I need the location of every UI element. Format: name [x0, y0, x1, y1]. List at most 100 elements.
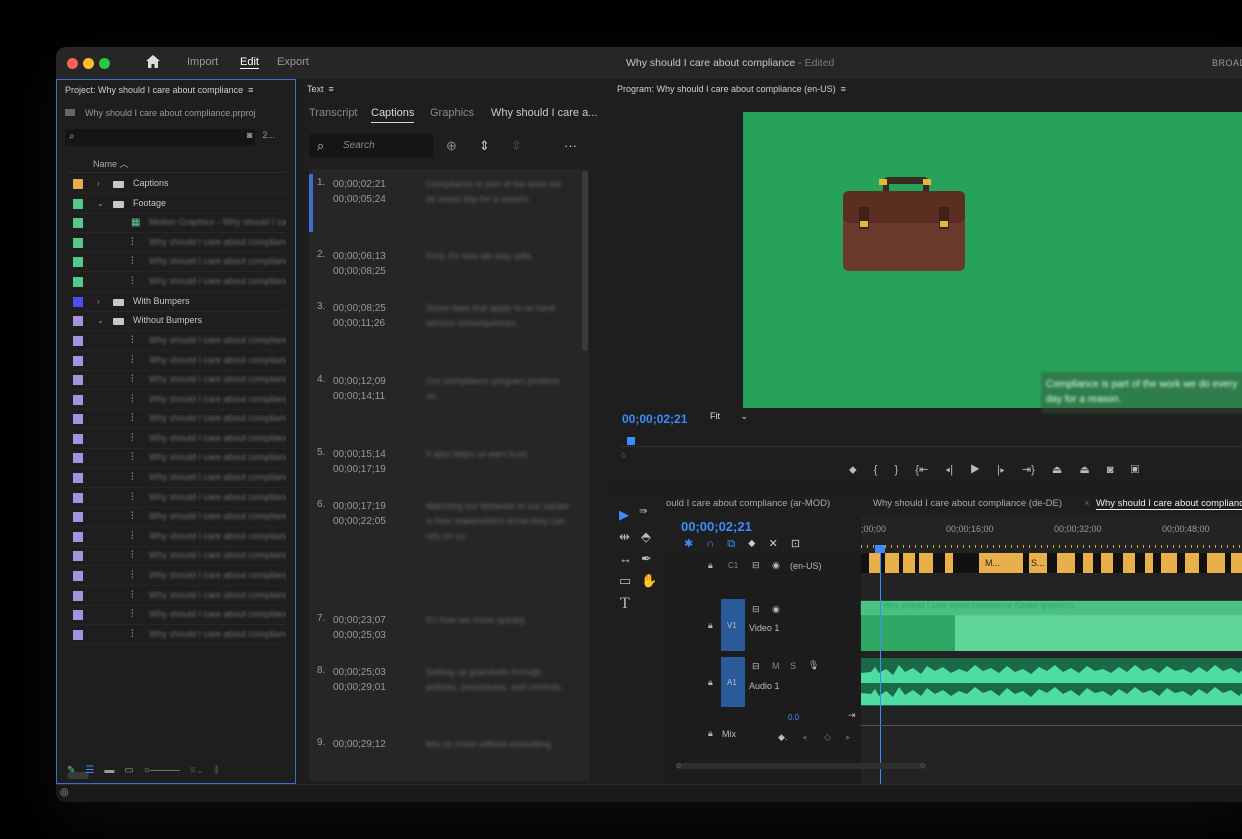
close-window-button[interactable]: [67, 58, 78, 69]
tab-transcript[interactable]: Transcript: [309, 107, 358, 119]
pen-tool-icon[interactable]: ✒: [641, 551, 652, 567]
label-color-swatch[interactable]: [73, 453, 83, 463]
chevron-right-icon[interactable]: ›: [97, 174, 100, 193]
extract-icon[interactable]: ⏏: [1079, 464, 1089, 476]
zoom-window-button[interactable]: [99, 58, 110, 69]
list-item[interactable]: ⫶ Why should I care about compliance: [67, 429, 286, 449]
label-color-swatch[interactable]: [73, 512, 83, 522]
tab-sequence-de[interactable]: Why should I care about compliance (de-D…: [873, 498, 1062, 509]
workspace-label[interactable]: BROADCAST: [1212, 58, 1242, 68]
eye-icon[interactable]: ◉: [772, 560, 780, 571]
keyframe-icon[interactable]: ◆.: [778, 732, 787, 743]
folder-row-captions[interactable]: › Captions: [67, 174, 286, 194]
label-color-swatch[interactable]: [73, 532, 83, 542]
snap-icon[interactable]: ∩: [706, 538, 714, 550]
list-item[interactable]: ⫶ Why should I care about compliance: [67, 409, 286, 429]
linked-selection-icon[interactable]: ⧉: [727, 538, 735, 550]
label-color-swatch[interactable]: [73, 493, 83, 503]
label-color-swatch[interactable]: [73, 238, 83, 248]
caption-in[interactable]: 00;00;08;25: [333, 303, 386, 314]
camera-icon[interactable]: ◙: [1107, 464, 1114, 476]
list-item[interactable]: ⫶ Why should I care about compliance: [67, 488, 286, 508]
list-item[interactable]: ⫶ Why should I care about compliance: [67, 272, 286, 292]
list-item[interactable]: ⫶ Why should I care about compliance: [67, 351, 286, 371]
list-item[interactable]: ▦ Motion Graphics - Why should I care: [67, 213, 286, 233]
caption-in[interactable]: 00;00;15;14: [333, 449, 386, 460]
panel-menu-icon[interactable]: ≡: [246, 85, 253, 95]
label-color-swatch[interactable]: [73, 473, 83, 483]
caption-clip[interactable]: [1123, 553, 1137, 573]
nest-icon[interactable]: ✱: [684, 538, 693, 550]
list-item[interactable]: ⫶ Why should I care about compliance: [67, 331, 286, 351]
lift-icon[interactable]: ⏏: [1052, 464, 1062, 476]
video-clip-segment[interactable]: [861, 615, 955, 651]
program-time-ruler[interactable]: [621, 437, 1242, 447]
caption-out[interactable]: 00;00;29;01: [333, 682, 386, 693]
minimize-window-button[interactable]: [83, 58, 94, 69]
zoom-select[interactable]: Fit ⌄: [709, 410, 759, 424]
caption-text[interactable]: It's how we move quickly.: [426, 613, 571, 628]
caption-in[interactable]: 00;00;06;13: [333, 251, 386, 262]
caption-out[interactable]: 00;00;14;11: [333, 391, 385, 402]
label-color-swatch[interactable]: [73, 199, 83, 209]
add-keyframe-icon[interactable]: ◇: [824, 732, 831, 743]
caption-in[interactable]: 00;00;25;03: [333, 667, 386, 678]
caption-out[interactable]: 00;00;11;26: [333, 318, 385, 329]
caption-out[interactable]: 00;00;17;19: [333, 464, 386, 475]
caption-in[interactable]: 00;00;02;21: [333, 179, 386, 190]
lock-icon[interactable]: 🔒︎: [708, 677, 713, 688]
wrench-icon[interactable]: ✕: [769, 538, 778, 550]
caption-clip[interactable]: [1145, 553, 1155, 573]
caption-track[interactable]: M... S...: [861, 553, 1242, 573]
playhead-handle[interactable]: [875, 545, 885, 553]
caption-out[interactable]: 00;00;08;25: [333, 266, 386, 277]
caption-text[interactable]: Our compliance program protects us.: [426, 374, 571, 404]
caption-text[interactable]: Some laws that apply to us have serious …: [426, 301, 571, 331]
prev-keyframe-icon[interactable]: ◂: [802, 732, 807, 743]
list-item[interactable]: ⫶ Why should I care about compliance: [67, 507, 286, 527]
label-color-swatch[interactable]: [73, 356, 83, 366]
tab-sequence-ar[interactable]: ould I care about compliance (ar-MOD): [666, 498, 830, 509]
add-caption-icon[interactable]: ⊕: [446, 138, 457, 154]
caption-out[interactable]: 00;00;22;05: [333, 516, 386, 527]
chevron-down-icon[interactable]: ⌄: [97, 194, 104, 213]
icon-view-icon[interactable]: ▬: [104, 765, 114, 776]
list-item[interactable]: ⫶ Why should I care about compliance: [67, 233, 286, 253]
label-color-swatch[interactable]: [73, 551, 83, 561]
creative-cloud-icon[interactable]: ◎: [60, 787, 69, 798]
label-color-swatch[interactable]: [73, 610, 83, 620]
microphone-icon[interactable]: 🎙︎: [808, 660, 819, 671]
chevron-right-icon[interactable]: ›: [97, 292, 100, 311]
caption-clip[interactable]: [1231, 553, 1242, 573]
timeline-ruler[interactable]: [861, 545, 1242, 548]
scroll-handle-right[interactable]: ○: [920, 760, 925, 770]
toggle-sync-icon[interactable]: ⊟: [752, 604, 760, 615]
label-color-swatch[interactable]: [73, 395, 83, 405]
caption-out[interactable]: 00;00;05;24: [333, 194, 386, 205]
video-frame[interactable]: Compliance is part of the work we do eve…: [743, 112, 1242, 414]
freeform-view-icon[interactable]: ▭: [124, 765, 133, 776]
edit-tab[interactable]: Edit: [240, 56, 259, 69]
caption-clip[interactable]: [885, 553, 901, 573]
list-item[interactable]: ⫶ Why should I care about compliance: [67, 566, 286, 586]
panel-menu-icon[interactable]: ≡: [838, 84, 846, 94]
label-color-swatch[interactable]: [73, 571, 83, 581]
slip-tool-icon[interactable]: ↔: [619, 551, 632, 566]
caption-in[interactable]: 00;00;12;09: [333, 376, 386, 387]
panel-menu-icon[interactable]: ≡: [326, 84, 334, 94]
scroll-handle-left[interactable]: ○: [676, 760, 681, 770]
razor-tool-icon[interactable]: ⬘: [641, 529, 651, 545]
chevron-down-icon[interactable]: ⌄: [97, 311, 104, 330]
label-color-swatch[interactable]: [73, 630, 83, 640]
add-marker-icon[interactable]: ⬥: [748, 538, 755, 550]
caption-out[interactable]: 00;00;25;03: [333, 630, 386, 641]
automate-icon[interactable]: ⫼: [214, 765, 219, 776]
next-keyframe-icon[interactable]: ▸: [846, 732, 851, 743]
go-to-in-icon[interactable]: {⇤: [915, 464, 928, 476]
zoom-slider[interactable]: ○———: [144, 765, 180, 776]
captions-icon[interactable]: ⊡: [791, 538, 800, 550]
timeline-scrollbar[interactable]: ○ ○: [676, 760, 926, 770]
caption-clip[interactable]: [1185, 553, 1201, 573]
caption-clip[interactable]: [903, 553, 917, 573]
merge-caption-icon[interactable]: ⇳: [511, 138, 522, 154]
